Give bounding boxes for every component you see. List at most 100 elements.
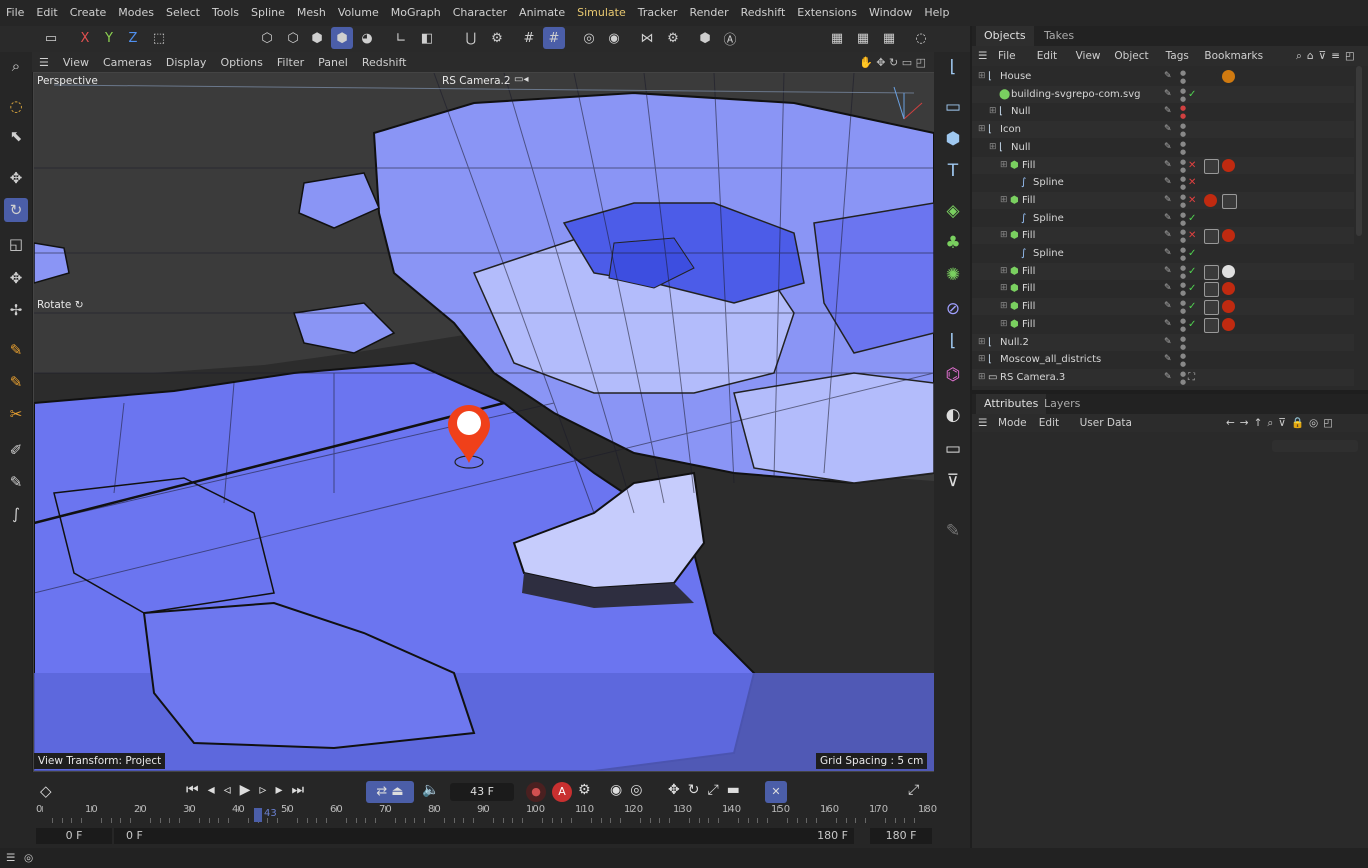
timeline-graph-icon[interactable]: ⤢ (908, 782, 919, 798)
object-row[interactable]: ∫ Spline ✎ ● ● ✕ (972, 174, 1354, 191)
texture-tag-icon[interactable] (1204, 300, 1219, 316)
objects-menu-tags[interactable]: Tags (1166, 46, 1189, 66)
status-icon[interactable]: ✓ (1188, 316, 1196, 333)
status-icon[interactable]: ✕ (1188, 157, 1196, 174)
end-frame-field[interactable]: 180 F (870, 828, 932, 844)
attributes-search-field[interactable] (1272, 440, 1358, 452)
texture-tag-icon[interactable] (1204, 229, 1219, 245)
visibility-dots-icon[interactable]: ● ● (1180, 335, 1186, 351)
visibility-dots-icon[interactable]: ● ● (1180, 140, 1186, 156)
smooth-icon[interactable]: ✎ (4, 470, 28, 494)
spline-pen-icon[interactable]: ✎ (4, 338, 28, 362)
magnet-icon[interactable]: ∫ (4, 502, 28, 526)
texture-mode-icon[interactable]: ◕ (356, 27, 378, 49)
visibility-dots-icon[interactable]: ● ● (1180, 299, 1186, 315)
material-tag-icon[interactable] (1204, 193, 1217, 207)
object-row[interactable]: ⊞ ⌊ Null ✎ ● ● (972, 103, 1354, 120)
menu-modes[interactable]: Modes (112, 0, 160, 26)
expand-toggle-icon[interactable]: ⊞ (978, 351, 986, 368)
range-end-field[interactable]: 180 F (802, 828, 848, 844)
viewport-menu-view[interactable]: View (56, 56, 96, 69)
menu-character[interactable]: Character (447, 0, 513, 26)
attributes-menu-mode[interactable]: Mode (998, 414, 1027, 432)
sketch-icon[interactable]: ✎ (4, 370, 28, 394)
visibility-dots-icon[interactable]: ● ● (1180, 317, 1186, 333)
viewport-menu-options[interactable]: Options (213, 56, 269, 69)
redshift-ipr-icon[interactable]: ◌ (910, 27, 932, 49)
visibility-dots-icon[interactable]: ● ● (1180, 352, 1186, 368)
status-icon[interactable]: ✕ (1188, 174, 1196, 191)
material-tag-icon[interactable] (1222, 282, 1235, 296)
environment-icon[interactable]: ⌊ (940, 328, 966, 354)
visibility-edit-icon[interactable]: ✎ (1164, 298, 1172, 315)
playhead[interactable] (254, 808, 262, 822)
material-tag-icon[interactable] (1222, 229, 1235, 243)
rectangle-spline-icon[interactable]: ▭ (940, 94, 966, 120)
tab-takes[interactable]: Takes (1036, 26, 1082, 46)
texture-tag-icon[interactable] (1204, 317, 1219, 333)
viewport-menu-filter[interactable]: Filter (270, 56, 311, 69)
object-name[interactable]: Fill (1022, 157, 1035, 174)
menu-simulate[interactable]: Simulate (571, 0, 632, 26)
visibility-edit-icon[interactable]: ✎ (1164, 192, 1172, 209)
expand-toggle-icon[interactable]: ⊞ (978, 334, 986, 351)
objects-scrollbar[interactable] (1356, 66, 1362, 236)
object-name[interactable]: Spline (1033, 174, 1064, 191)
visibility-dots-icon[interactable]: ● ● (1180, 122, 1186, 138)
expand-toggle-icon[interactable]: ⊞ (989, 139, 997, 156)
menu-window[interactable]: Window (863, 0, 918, 26)
objects-hamburger-icon[interactable]: ☰ (978, 46, 987, 66)
object-name[interactable]: RS Camera.3 (1000, 369, 1065, 386)
sound-icon[interactable]: 🔈 (422, 782, 439, 798)
effector-icon[interactable]: ✺ (940, 262, 966, 288)
object-name[interactable]: Null (1011, 139, 1030, 156)
visibility-dots-icon[interactable]: ● ● (1180, 246, 1186, 262)
symmetry-icon[interactable]: ⋈ (636, 27, 658, 49)
visibility-dots-icon[interactable]: ● ● (1180, 264, 1186, 280)
visibility-dots-icon[interactable]: ● ● (1180, 104, 1186, 120)
status-icon[interactable]: ✓ (1188, 280, 1196, 297)
null-object-icon[interactable]: ⌊ (940, 54, 966, 80)
quantize-icon[interactable]: # (543, 27, 565, 49)
model-mode-icon[interactable]: ⬢ (331, 27, 353, 49)
object-row[interactable]: ⊞ ⌊ House ✎ ● ● (972, 68, 1354, 85)
status-icon[interactable]: ✓ (1188, 86, 1196, 103)
autokey-icon[interactable]: A (552, 782, 572, 802)
menu-mesh[interactable]: Mesh (291, 0, 332, 26)
object-name[interactable]: building-svgrepo-com.svg (1011, 86, 1140, 103)
menu-create[interactable]: Create (64, 0, 113, 26)
viewport-menu-redshift[interactable]: Redshift (355, 56, 414, 69)
cube-icon[interactable]: ⬢ (940, 126, 966, 152)
viewport-menu-display[interactable]: Display (159, 56, 214, 69)
object-row[interactable]: ⊞ ⬢ Fill ✎ ● ● ✓ (972, 262, 1354, 280)
object-row[interactable]: ⊞ ⌊ Icon ✎ ● ● (972, 121, 1354, 139)
objects-toolbar-icons[interactable]: ⌕⌂⊽≡◰ (1296, 46, 1360, 66)
visibility-edit-icon[interactable]: ✎ (1164, 316, 1172, 333)
live-selection-icon[interactable]: ◌ (4, 94, 28, 118)
edit-render-settings-icon[interactable]: ▦ (878, 27, 900, 49)
material-tag-icon[interactable] (1222, 264, 1235, 278)
snap-settings-icon[interactable]: ⚙ (486, 27, 508, 49)
attributes-hamburger-icon[interactable]: ☰ (978, 414, 987, 432)
status-icon[interactable]: ⛶ (1188, 369, 1195, 386)
select-tool-icon[interactable]: ⬉ (4, 124, 28, 148)
points-mode-icon[interactable]: ⬡ (256, 27, 278, 49)
menu-tracker[interactable]: Tracker (632, 0, 684, 26)
menu-extensions[interactable]: Extensions (791, 0, 863, 26)
light-icon[interactable]: ⊽ (940, 468, 966, 494)
transform-tool-icon[interactable]: ✥ (4, 266, 28, 290)
expand-toggle-icon[interactable]: ⊞ (978, 369, 986, 386)
axis-x-toggle[interactable]: X (74, 27, 96, 49)
current-frame-field[interactable]: 43 F (450, 783, 514, 801)
visibility-edit-icon[interactable]: ✎ (1164, 103, 1172, 120)
object-name[interactable]: Fill (1022, 227, 1035, 244)
status-icon[interactable]: ✓ (1188, 263, 1196, 280)
object-row[interactable]: ⊞ ⌊ Null.2 ✎ ● ● (972, 333, 1354, 351)
3d-viewport[interactable]: Perspective RS Camera.2 ▭◂ Rotate ↻ View… (33, 72, 935, 772)
visibility-edit-icon[interactable]: ✎ (1164, 245, 1172, 262)
menu-help[interactable]: Help (918, 0, 955, 26)
search-icon[interactable]: ⌕ (4, 54, 28, 78)
start-frame-field[interactable]: 0 F (36, 828, 112, 844)
viewport-menu-cameras[interactable]: Cameras (96, 56, 159, 69)
texture-tag-icon[interactable] (1204, 264, 1219, 280)
